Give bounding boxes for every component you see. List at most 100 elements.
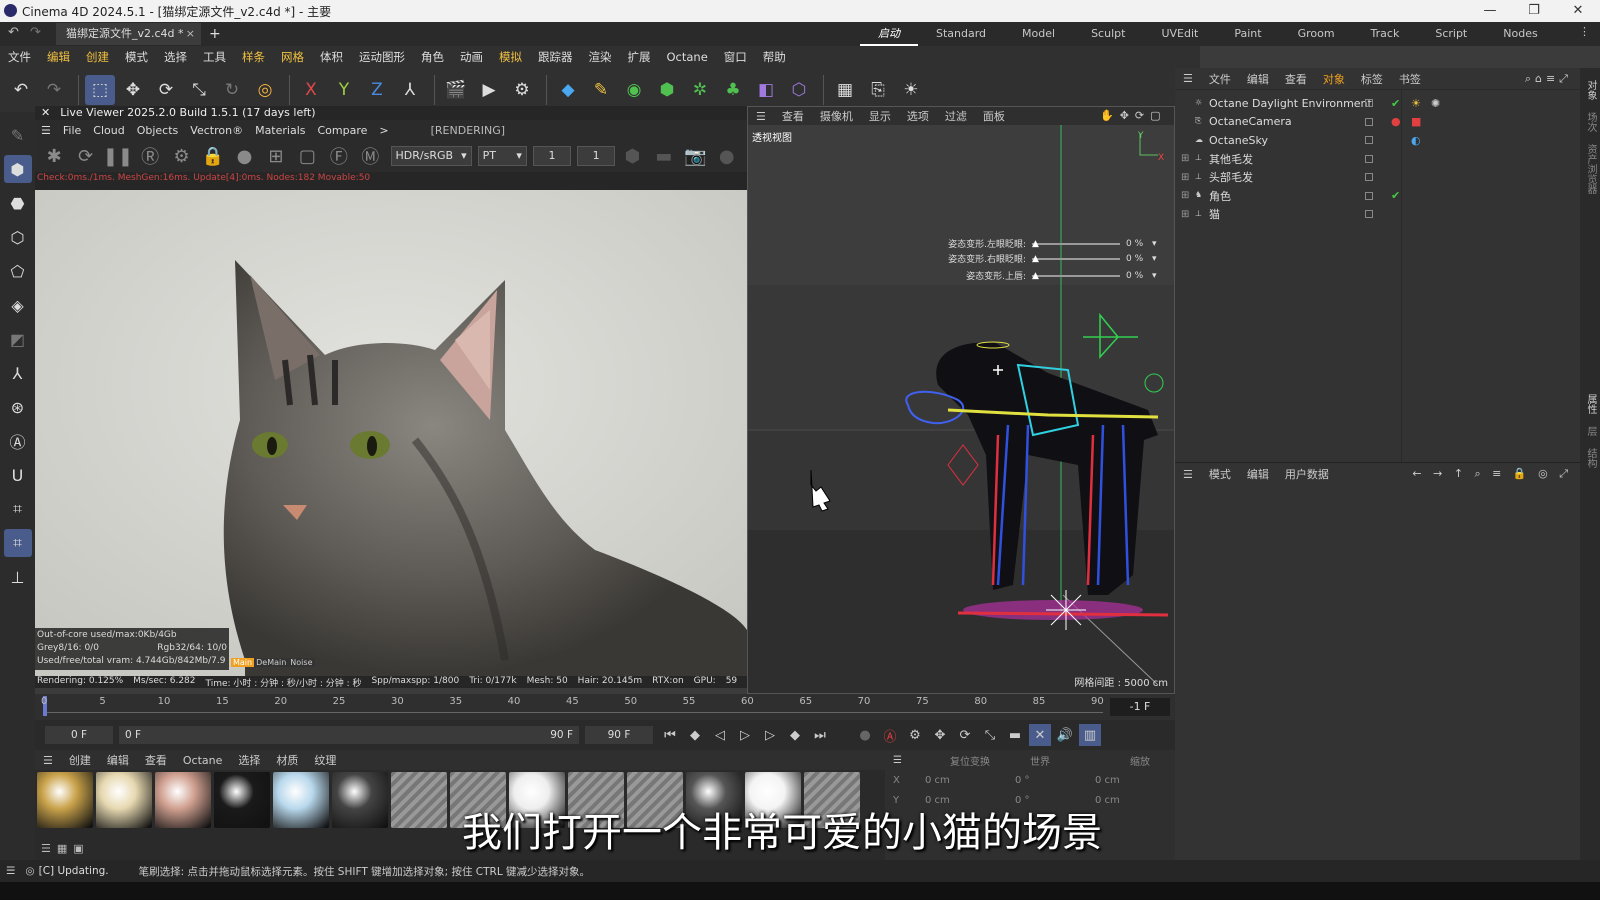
scale-tool-icon[interactable]: ⤡ [184, 75, 214, 105]
menu-character[interactable]: 角色 [413, 49, 452, 65]
octane-camera-tag-icon[interactable]: ■ [1411, 115, 1421, 128]
snap-grid-icon[interactable]: ⌗ [3, 529, 32, 557]
camera-tag-icon[interactable]: ● [1391, 115, 1401, 128]
undo-icon[interactable]: ↶ [8, 25, 19, 40]
points-mode-icon[interactable]: ⬡ [4, 223, 32, 251]
lv-menu-file[interactable]: File [57, 124, 87, 137]
menu-octane[interactable]: Octane [659, 50, 716, 64]
sphere-icon[interactable]: ● [233, 144, 255, 168]
snapshot-icon[interactable]: 📷 [684, 144, 706, 168]
visibility-toggle[interactable] [1365, 154, 1373, 163]
posemorph-slider-left-eye[interactable]: 姿态变形.左眼眨眼: ▲ 0 % ▾ [928, 237, 1168, 251]
autokey-icon[interactable]: Ⓐ [879, 724, 901, 746]
move-tool-icon[interactable]: ✥ [118, 75, 148, 105]
mat-menu-view[interactable]: 查看 [137, 752, 175, 768]
region-render-icon[interactable]: Ⓡ [139, 144, 161, 168]
end-frame-field[interactable]: 90 F [585, 726, 653, 744]
camera-icon[interactable]: ⎘ [863, 75, 893, 105]
layout-script[interactable]: Script [1417, 22, 1485, 46]
go-to-start-icon[interactable]: ⏮ [659, 724, 681, 746]
model-mode-icon[interactable]: ⬢ [3, 155, 32, 183]
colorspace-select[interactable]: HDR/sRGB ▾ [390, 146, 472, 166]
menu-help[interactable]: 帮助 [755, 49, 794, 65]
redo-icon[interactable]: ↷ [30, 25, 41, 40]
menu-volume[interactable]: 体积 [312, 49, 351, 65]
vtab-takes[interactable]: 场次 [1583, 112, 1598, 132]
focus-icon[interactable]: Ⓕ [328, 144, 350, 168]
lv-menu-vectron[interactable]: Vectron® [184, 124, 249, 137]
select-tool-icon[interactable]: ⬚ [85, 75, 115, 105]
extrude-icon[interactable]: ⬢ [652, 75, 682, 105]
object-row-sky[interactable]: ☁ OctaneSky ◐ [1175, 131, 1580, 150]
visibility-toggle[interactable] [1365, 117, 1373, 126]
menu-extensions[interactable]: 扩展 [620, 49, 659, 65]
close-button[interactable]: ✕ [1556, 0, 1600, 22]
layout-track[interactable]: Track [1353, 22, 1418, 46]
nav-back-icon[interactable]: ← → ↑ ⌕ ≡ 🔒 ◎ ⤢ [1404, 467, 1580, 481]
cube-icon[interactable]: ◆ [553, 75, 583, 105]
pass-tab-main[interactable]: Main [231, 658, 255, 667]
key-scale-icon[interactable]: ⤡ [979, 724, 1001, 746]
world-select[interactable]: 世界 [1030, 753, 1110, 768]
vp-menu-view[interactable]: 查看 [774, 108, 812, 124]
object-row-daylight[interactable]: ☼ Octane Daylight Environment ✔ ☀ ✺ [1175, 94, 1580, 113]
prev-frame-icon[interactable]: ◁ [709, 724, 731, 746]
lv-menu-compare[interactable]: Compare [312, 124, 374, 137]
hexagon-icon[interactable]: ⬢ [621, 144, 643, 168]
maximize-button[interactable]: ❐ [1512, 0, 1556, 22]
key-param-icon[interactable]: ▬ [1004, 724, 1026, 746]
render-settings-icon[interactable]: ⚙ [507, 75, 537, 105]
render-view-icon[interactable]: ▶ [474, 75, 504, 105]
light-icon[interactable]: ☀ [896, 75, 926, 105]
render-image[interactable]: Out-of-core used/max:0Kb/4Gb Grey8/16: 0… [35, 190, 747, 676]
menu-tracker[interactable]: 跟踪器 [530, 49, 581, 65]
next-frame-icon[interactable]: ▷ [759, 724, 781, 746]
vtab-layers[interactable]: 层 [1583, 426, 1598, 436]
gear-icon[interactable]: ⚙ [170, 144, 192, 168]
attr-menu-userdata[interactable]: 用户数据 [1277, 466, 1337, 482]
next-key-icon[interactable]: ◆ [784, 724, 806, 746]
rotation-field[interactable]: 0 ° [1015, 775, 1095, 786]
coordinate-system-icon[interactable]: ⅄ [395, 75, 425, 105]
polygons-mode-icon[interactable]: ◈ [4, 291, 32, 319]
key-pla-icon[interactable]: ✕ [1029, 724, 1051, 746]
vtab-attributes[interactable]: 属性 [1583, 394, 1598, 414]
hamburger-icon[interactable]: ☰ [35, 754, 61, 767]
layout-paint[interactable]: Paint [1216, 22, 1279, 46]
texture-mode-icon[interactable]: ⬣ [4, 189, 32, 217]
lv-menu-materials[interactable]: Materials [249, 124, 311, 137]
deformer-icon[interactable]: ◧ [751, 75, 781, 105]
menu-tools[interactable]: 工具 [195, 49, 234, 65]
redo-icon[interactable]: ↷ [39, 75, 69, 105]
posemorph-slider-right-eye[interactable]: 姿态变形.右眼眨眼: ▲ 0 % ▾ [928, 252, 1168, 266]
add-tab-button[interactable]: + [209, 26, 221, 42]
visibility-toggle[interactable] [1365, 136, 1373, 145]
layout-nodes[interactable]: Nodes [1485, 22, 1555, 46]
kernel-select[interactable]: PT ▾ [477, 146, 527, 166]
vp-menu-filter[interactable]: 过滤 [937, 108, 975, 124]
edges-mode-icon[interactable]: ⬠ [4, 257, 32, 285]
visibility-toggle[interactable] [1365, 173, 1373, 182]
mat-menu-material[interactable]: 材质 [268, 752, 306, 768]
obj-menu-bookmarks[interactable]: 书签 [1391, 71, 1429, 87]
menu-spline[interactable]: 样条 [234, 49, 273, 65]
lock-icon[interactable]: 🔒 [202, 144, 224, 168]
start-frame-field[interactable]: 0 F [45, 726, 113, 744]
layout-groom[interactable]: Groom [1280, 22, 1353, 46]
play-icon[interactable]: ▷ [734, 724, 756, 746]
sample-field-2[interactable]: 1 [577, 146, 616, 166]
menu-window[interactable]: 窗口 [716, 49, 755, 65]
attr-menu-edit[interactable]: 编辑 [1239, 466, 1277, 482]
lv-menu-objects[interactable]: Objects [131, 124, 185, 137]
obj-menu-tags[interactable]: 标签 [1353, 71, 1391, 87]
magnet-icon[interactable]: Ս [4, 461, 32, 489]
key-rotation-icon[interactable]: ⟳ [954, 724, 976, 746]
add-icon[interactable]: ⊞ [265, 144, 287, 168]
minimize-button[interactable]: — [1468, 0, 1512, 22]
pass-tab-noise[interactable]: Noise [288, 658, 315, 667]
sky-tag-icon[interactable]: ◐ [1411, 134, 1421, 147]
menu-select[interactable]: 选择 [156, 49, 195, 65]
film-icon[interactable]: ▬ [653, 144, 675, 168]
material-icon[interactable]: Ⓜ [359, 144, 381, 168]
floor-icon[interactable]: ▦ [830, 75, 860, 105]
